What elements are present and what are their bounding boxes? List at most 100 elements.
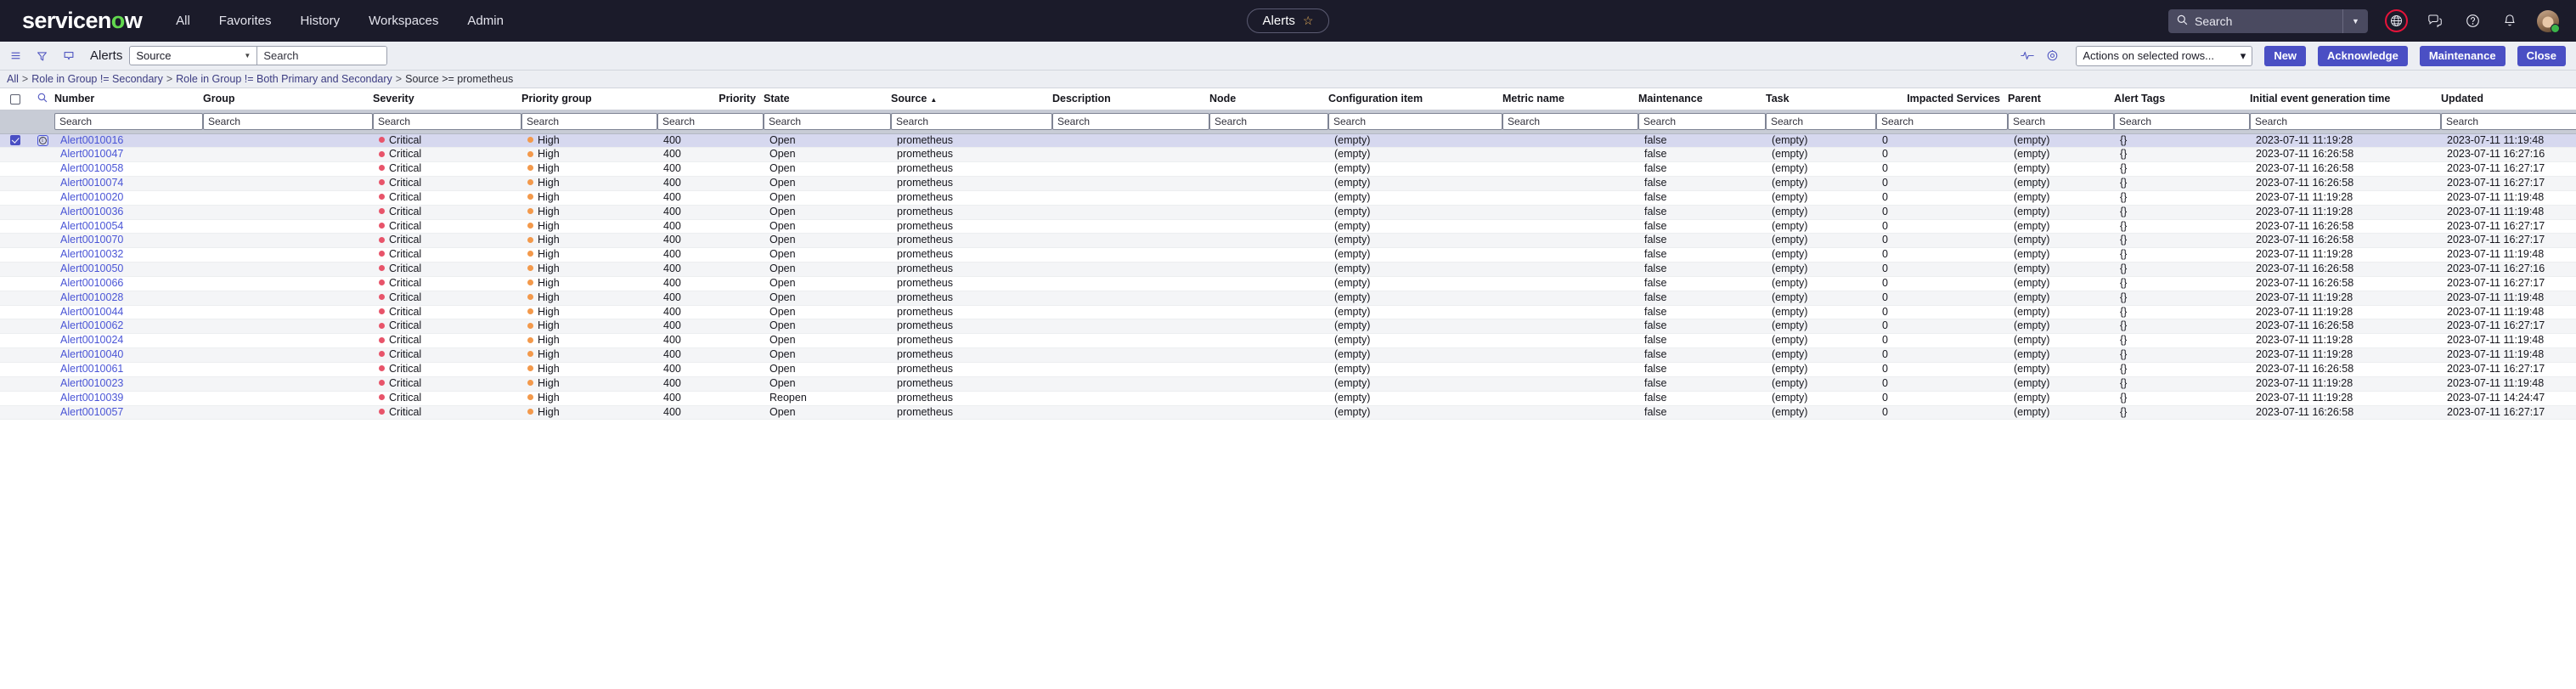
alert-number-link[interactable]: Alert0010054 xyxy=(60,220,123,232)
table-row[interactable]: Alert0010061 Critical High 400 Open prometheu… xyxy=(0,362,2576,377)
row-info-cell[interactable] xyxy=(31,305,54,320)
cell-number[interactable]: Alert0010040 xyxy=(54,347,203,363)
row-select-cell[interactable] xyxy=(0,176,31,191)
cell-number[interactable]: Alert0010066 xyxy=(54,276,203,291)
actions-on-selected-rows-select[interactable]: Actions on selected rows... ▾ xyxy=(2076,45,2253,66)
row-select-cell[interactable] xyxy=(0,405,31,421)
column-header-metric-name[interactable]: Metric name xyxy=(1502,88,1638,110)
breadcrumb-segment-role-both[interactable]: Role in Group != Both Primary and Second… xyxy=(176,73,392,85)
column-header-configuration-item[interactable]: Configuration item xyxy=(1328,88,1502,110)
table-row[interactable]: Alert0010057 Critical High 400 Open prometheu… xyxy=(0,405,2576,421)
alert-number-link[interactable]: Alert0010028 xyxy=(60,291,123,303)
search-input-parent[interactable] xyxy=(2008,113,2114,130)
cell-number[interactable]: Alert0010044 xyxy=(54,305,203,320)
list-search-input[interactable] xyxy=(257,47,387,65)
table-row[interactable]: Alert0010036 Critical High 400 Open prometheu… xyxy=(0,205,2576,220)
row-checkbox-checked[interactable] xyxy=(10,135,20,146)
activity-stream-icon[interactable] xyxy=(2021,50,2035,61)
alert-number-link[interactable]: Alert0010024 xyxy=(60,334,123,346)
table-row[interactable]: i Alert0010016 Critical High 400 Open promethe… xyxy=(0,133,2576,149)
row-info-cell[interactable] xyxy=(31,205,54,220)
row-select-cell[interactable] xyxy=(0,233,31,249)
alert-number-link[interactable]: Alert0010044 xyxy=(60,306,123,318)
cell-number[interactable]: Alert0010024 xyxy=(54,333,203,349)
table-row[interactable]: Alert0010023 Critical High 400 Open prometheu… xyxy=(0,376,2576,392)
row-select-cell[interactable] xyxy=(0,205,31,220)
alert-number-link[interactable]: Alert0010040 xyxy=(60,348,123,360)
table-row[interactable]: Alert0010040 Critical High 400 Open prometheu… xyxy=(0,347,2576,363)
row-info-cell[interactable] xyxy=(31,376,54,392)
column-header-priority-group[interactable]: Priority group xyxy=(521,88,657,110)
row-info-cell[interactable] xyxy=(31,391,54,406)
search-input-priority[interactable] xyxy=(657,113,764,130)
notifications-bell-icon[interactable] xyxy=(2500,11,2520,31)
alert-number-link[interactable]: Alert0010016 xyxy=(60,134,123,146)
nav-link-admin[interactable]: Admin xyxy=(467,14,504,28)
cell-number[interactable]: Alert0010036 xyxy=(54,205,203,220)
cell-number[interactable]: Alert0010016 xyxy=(54,133,203,149)
cell-number[interactable]: Alert0010032 xyxy=(54,247,203,263)
new-button[interactable]: New xyxy=(2264,45,2307,66)
tab-alerts[interactable]: Alerts ☆ xyxy=(1246,8,1330,33)
alert-number-link[interactable]: Alert0010039 xyxy=(60,392,123,404)
search-input-severity[interactable] xyxy=(373,113,521,130)
close-button[interactable]: Close xyxy=(2517,45,2566,66)
column-header-description[interactable]: Description xyxy=(1052,88,1209,110)
acknowledge-button[interactable]: Acknowledge xyxy=(2318,45,2408,66)
row-select-cell[interactable] xyxy=(0,190,31,206)
table-row[interactable]: Alert0010070 Critical High 400 Open prometheu… xyxy=(0,233,2576,249)
row-select-cell[interactable] xyxy=(0,305,31,320)
funnel-filter-icon[interactable] xyxy=(37,50,48,62)
column-header-severity[interactable]: Severity xyxy=(373,88,521,110)
cell-number[interactable]: Alert0010061 xyxy=(54,362,203,377)
select-all-checkbox[interactable] xyxy=(10,93,20,104)
row-info-cell[interactable] xyxy=(31,319,54,335)
cell-number[interactable]: Alert0010028 xyxy=(54,291,203,306)
row-info-cell[interactable] xyxy=(31,161,54,178)
alert-number-link[interactable]: Alert0010057 xyxy=(60,406,123,418)
cell-number[interactable]: Alert0010074 xyxy=(54,176,203,191)
table-row[interactable]: Alert0010074 Critical High 400 Open prometheu… xyxy=(0,176,2576,191)
cell-number[interactable]: Alert0010070 xyxy=(54,233,203,249)
search-input-task[interactable] xyxy=(1766,113,1876,130)
comment-icon[interactable] xyxy=(63,50,75,61)
alert-number-link[interactable]: Alert0010036 xyxy=(60,206,123,217)
nav-link-favorites[interactable]: Favorites xyxy=(219,14,272,28)
row-select-cell[interactable] xyxy=(0,147,31,163)
cell-number[interactable]: Alert0010058 xyxy=(54,161,203,178)
alert-number-link[interactable]: Alert0010050 xyxy=(60,263,123,274)
row-select-cell[interactable] xyxy=(0,291,31,306)
search-input-updated[interactable] xyxy=(2441,113,2576,130)
column-header-source[interactable]: Source ▲ xyxy=(891,88,1052,110)
row-info-cell[interactable] xyxy=(31,147,54,163)
table-row[interactable]: Alert0010054 Critical High 400 Open prometheu… xyxy=(0,219,2576,234)
row-select-cell[interactable] xyxy=(0,391,31,406)
row-info-cell[interactable] xyxy=(31,276,54,291)
alert-number-link[interactable]: Alert0010070 xyxy=(60,234,123,246)
table-row[interactable]: Alert0010032 Critical High 400 Open prometheu… xyxy=(0,247,2576,263)
search-input-maintenance[interactable] xyxy=(1638,113,1766,130)
row-select-cell[interactable] xyxy=(0,319,31,335)
alert-number-link[interactable]: Alert0010062 xyxy=(60,319,123,331)
search-input-state[interactable] xyxy=(764,113,891,130)
table-row[interactable]: Alert0010044 Critical High 400 Open prometheu… xyxy=(0,305,2576,320)
column-header-initial-event-generation-time[interactable]: Initial event generation time xyxy=(2250,88,2441,110)
help-icon[interactable] xyxy=(2462,11,2483,31)
row-info-cell[interactable] xyxy=(31,233,54,249)
servicenow-logo[interactable]: servicenow xyxy=(22,8,143,34)
search-input-node[interactable] xyxy=(1209,113,1328,130)
column-header-node[interactable]: Node xyxy=(1209,88,1328,110)
search-input-alert-tags[interactable] xyxy=(2114,113,2250,130)
breadcrumb-segment-source[interactable]: Source >= prometheus xyxy=(405,73,513,85)
table-row[interactable]: Alert0010028 Critical High 400 Open prometheu… xyxy=(0,291,2576,306)
column-header-alert-tags[interactable]: Alert Tags xyxy=(2114,88,2250,110)
row-info-cell[interactable] xyxy=(31,362,54,377)
maintenance-button[interactable]: Maintenance xyxy=(2419,45,2506,66)
row-select-cell[interactable] xyxy=(0,219,31,234)
user-avatar[interactable] xyxy=(2537,9,2560,33)
search-input-description[interactable] xyxy=(1052,113,1209,130)
table-row[interactable]: Alert0010024 Critical High 400 Open prometheu… xyxy=(0,333,2576,349)
nav-link-workspaces[interactable]: Workspaces xyxy=(369,14,438,28)
cell-number[interactable]: Alert0010050 xyxy=(54,262,203,277)
search-input-number[interactable] xyxy=(54,113,203,130)
